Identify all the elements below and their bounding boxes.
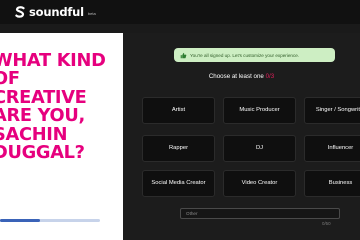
beta-badge: beta (87, 11, 96, 16)
toast-message: You're all signed up. Let's customize yo… (190, 52, 300, 58)
question-headline: WHAT KIND OF CREATIVE ARE YOU, SACHIN DU… (0, 51, 123, 164)
option-social-media-creator[interactable]: Social Media Creator (142, 170, 215, 197)
option-influencer[interactable]: Influencer (304, 135, 360, 162)
options-panel: You're all signed up. Let's customize yo… (123, 33, 360, 240)
selection-prompt: Choose at least one 0/3 (123, 73, 360, 80)
character-count: 0/50 (322, 221, 331, 226)
onboarding-progress-bar (0, 219, 100, 222)
top-bar: soundful beta (0, 0, 360, 24)
headline-line: ARE YOU, (0, 105, 85, 127)
signup-success-toast: You're all signed up. Let's customize yo… (174, 48, 335, 62)
logo-text: soundful (29, 5, 84, 19)
progress-fill (0, 219, 40, 222)
selection-count: 0/3 (265, 73, 275, 80)
option-video-creator[interactable]: Video Creator (223, 170, 296, 197)
option-business[interactable]: Business (304, 170, 360, 197)
thumbs-up-icon (180, 52, 187, 58)
option-music-producer[interactable]: Music Producer (223, 97, 296, 124)
prompt-text: Choose at least one (208, 73, 266, 80)
option-dj[interactable]: DJ (223, 135, 296, 162)
soundful-logo[interactable]: soundful beta (14, 3, 96, 21)
intro-panel: WHAT KIND OF CREATIVE ARE YOU, SACHIN DU… (0, 33, 123, 240)
option-rapper[interactable]: Rapper (142, 135, 215, 162)
option-artist[interactable]: Artist (142, 97, 215, 124)
option-singer-songwriter[interactable]: Singer / Songwriter (304, 97, 360, 124)
other-input[interactable] (180, 208, 340, 219)
headline-line: DUGGAL? (0, 142, 85, 164)
soundful-logo-icon (15, 6, 25, 18)
